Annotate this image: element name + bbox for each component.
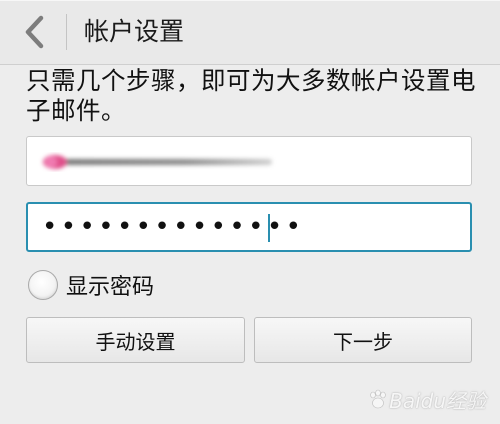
watermark-text: Baidu经验: [389, 389, 486, 413]
page-title: 帐户设置: [84, 17, 185, 46]
header-divider: [66, 14, 67, 50]
email-field[interactable]: [26, 136, 472, 186]
watermark-logo: Baidu经验: [367, 385, 486, 414]
password-masked-value: ••••••••••••••: [42, 212, 305, 242]
paw-icon: [370, 389, 386, 408]
password-field[interactable]: ••••••••••••••: [26, 202, 472, 252]
account-setup-screen: 帐户设置 只需几个步骤，即可为大多数帐户设置电子邮件。 ••••••••••••…: [0, 0, 500, 424]
show-password-radio[interactable]: [28, 270, 58, 300]
text-cursor: [268, 214, 270, 242]
blurred-email-value: [43, 155, 272, 169]
manual-setup-button[interactable]: 手动设置: [26, 317, 245, 363]
intro-text: 只需几个步骤，即可为大多数帐户设置电子邮件。: [26, 66, 476, 125]
action-bar: 帐户设置: [0, 0, 500, 65]
next-button[interactable]: 下一步: [254, 317, 472, 363]
back-button[interactable]: [16, 14, 52, 50]
chevron-left-icon: [25, 15, 44, 49]
show-password-toggle[interactable]: 显示密码: [28, 268, 154, 302]
show-password-label: 显示密码: [66, 275, 155, 300]
